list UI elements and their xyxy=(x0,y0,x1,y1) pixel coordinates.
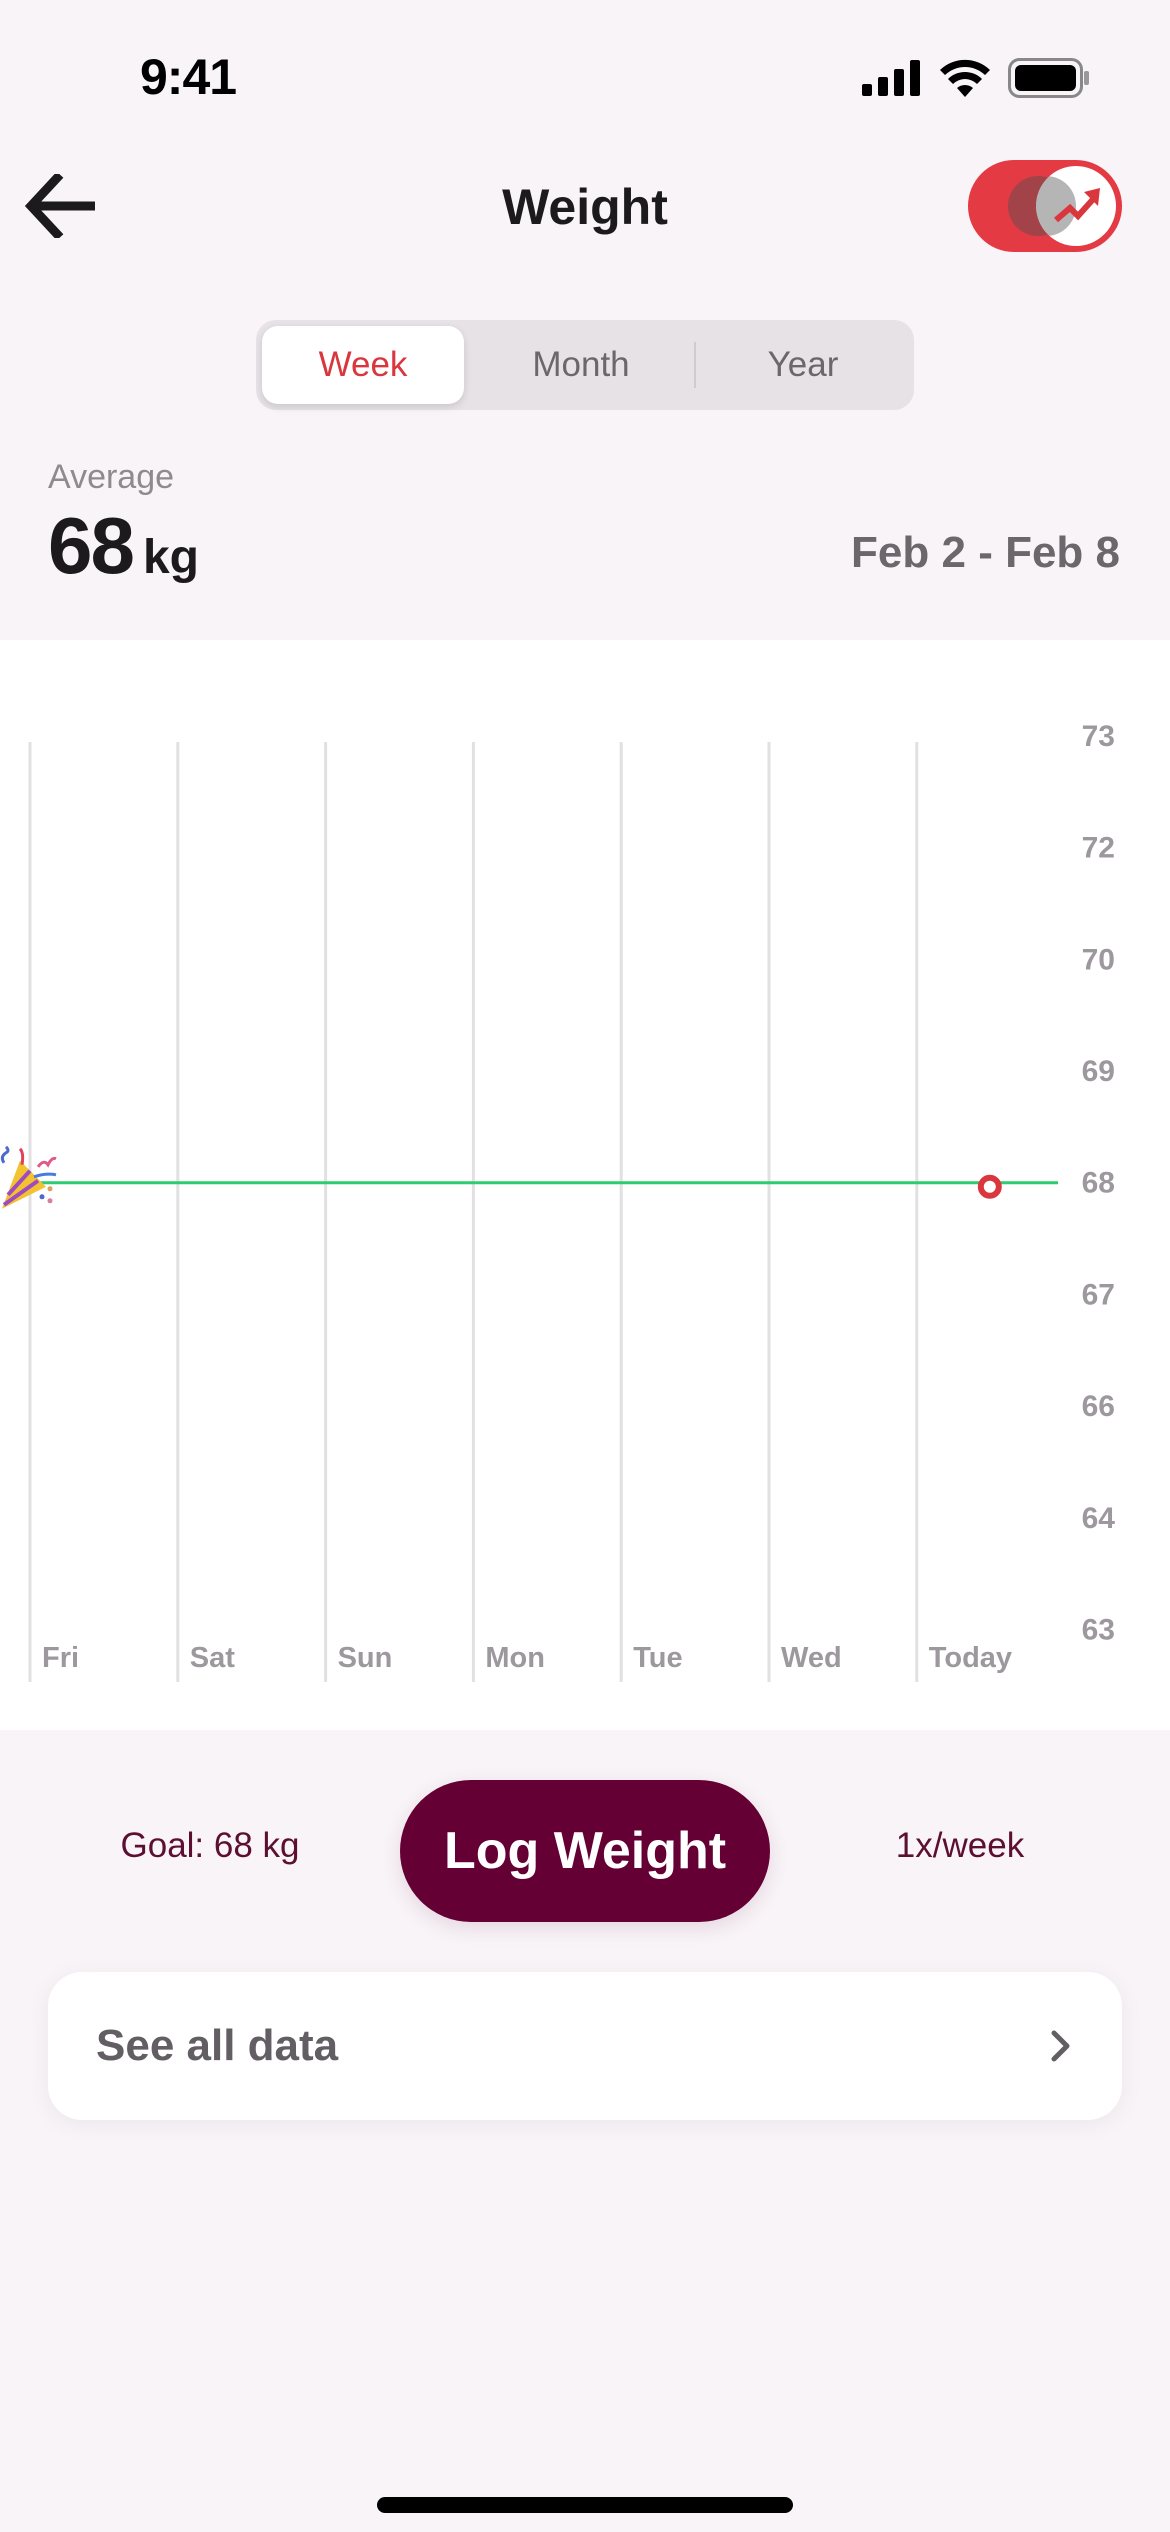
tab-year[interactable]: Year xyxy=(698,326,908,404)
x-tick-label: Sat xyxy=(190,1642,235,1674)
trending-up-icon xyxy=(1036,176,1100,236)
segment-divider xyxy=(694,342,696,388)
status-icons xyxy=(862,58,1090,98)
x-tick-label: Mon xyxy=(485,1642,545,1674)
period-segmented-control: Week Month Year xyxy=(256,320,914,410)
weight-chart[interactable]: Fri Sat Sun Mon Tue Wed Today 73 72 70 69 68 67 66 64 6… xyxy=(0,640,1170,1730)
tab-month[interactable]: Month xyxy=(470,326,692,404)
x-tick-label: Tue xyxy=(633,1642,682,1674)
y-tick-label: 70 xyxy=(1082,943,1115,976)
trend-toggle[interactable] xyxy=(968,160,1122,252)
data-point-today xyxy=(977,1174,1002,1199)
y-tick-label: 69 xyxy=(1082,1055,1115,1088)
status-time: 9:41 xyxy=(140,49,237,105)
see-all-data-button[interactable]: See all data xyxy=(48,1972,1122,2120)
y-tick-label: 68 xyxy=(1082,1167,1115,1200)
x-tick-label: Fri xyxy=(42,1642,79,1674)
toggle-knob xyxy=(1036,166,1116,246)
chevron-right-icon xyxy=(1051,2030,1070,2062)
y-tick-label: 64 xyxy=(1082,1502,1116,1535)
battery-icon xyxy=(1008,58,1089,98)
chart-canvas: Fri Sat Sun Mon Tue Wed Today 73 72 70 69 68 67 66 64 6… xyxy=(0,720,1116,1682)
log-weight-button[interactable]: Log Weight xyxy=(400,1780,770,1922)
date-range: Feb 2 - Feb 8 xyxy=(851,528,1120,577)
average-label: Average xyxy=(48,458,175,496)
x-tick-label: Sun xyxy=(338,1642,393,1674)
average-value: 68 kg xyxy=(48,500,199,592)
wifi-icon xyxy=(940,59,990,97)
average-number: 68 xyxy=(48,501,135,590)
goal-label: Goal: 68 kg xyxy=(120,1826,300,1865)
cellular-signal-icon xyxy=(862,60,920,96)
y-tick-label: 72 xyxy=(1082,832,1115,865)
see-all-data-label: See all data xyxy=(96,2021,339,2070)
tab-week[interactable]: Week xyxy=(262,326,464,404)
x-tick-label: Wed xyxy=(781,1642,842,1674)
average-unit: kg xyxy=(142,531,199,584)
y-tick-label: 63 xyxy=(1082,1614,1115,1647)
frequency-label: 1x/week xyxy=(895,1826,1025,1865)
y-tick-label: 73 xyxy=(1082,720,1115,753)
y-tick-label: 66 xyxy=(1082,1390,1115,1423)
home-indicator[interactable] xyxy=(377,2497,793,2513)
x-tick-label: Today xyxy=(929,1642,1012,1674)
y-tick-label: 67 xyxy=(1082,1278,1115,1311)
